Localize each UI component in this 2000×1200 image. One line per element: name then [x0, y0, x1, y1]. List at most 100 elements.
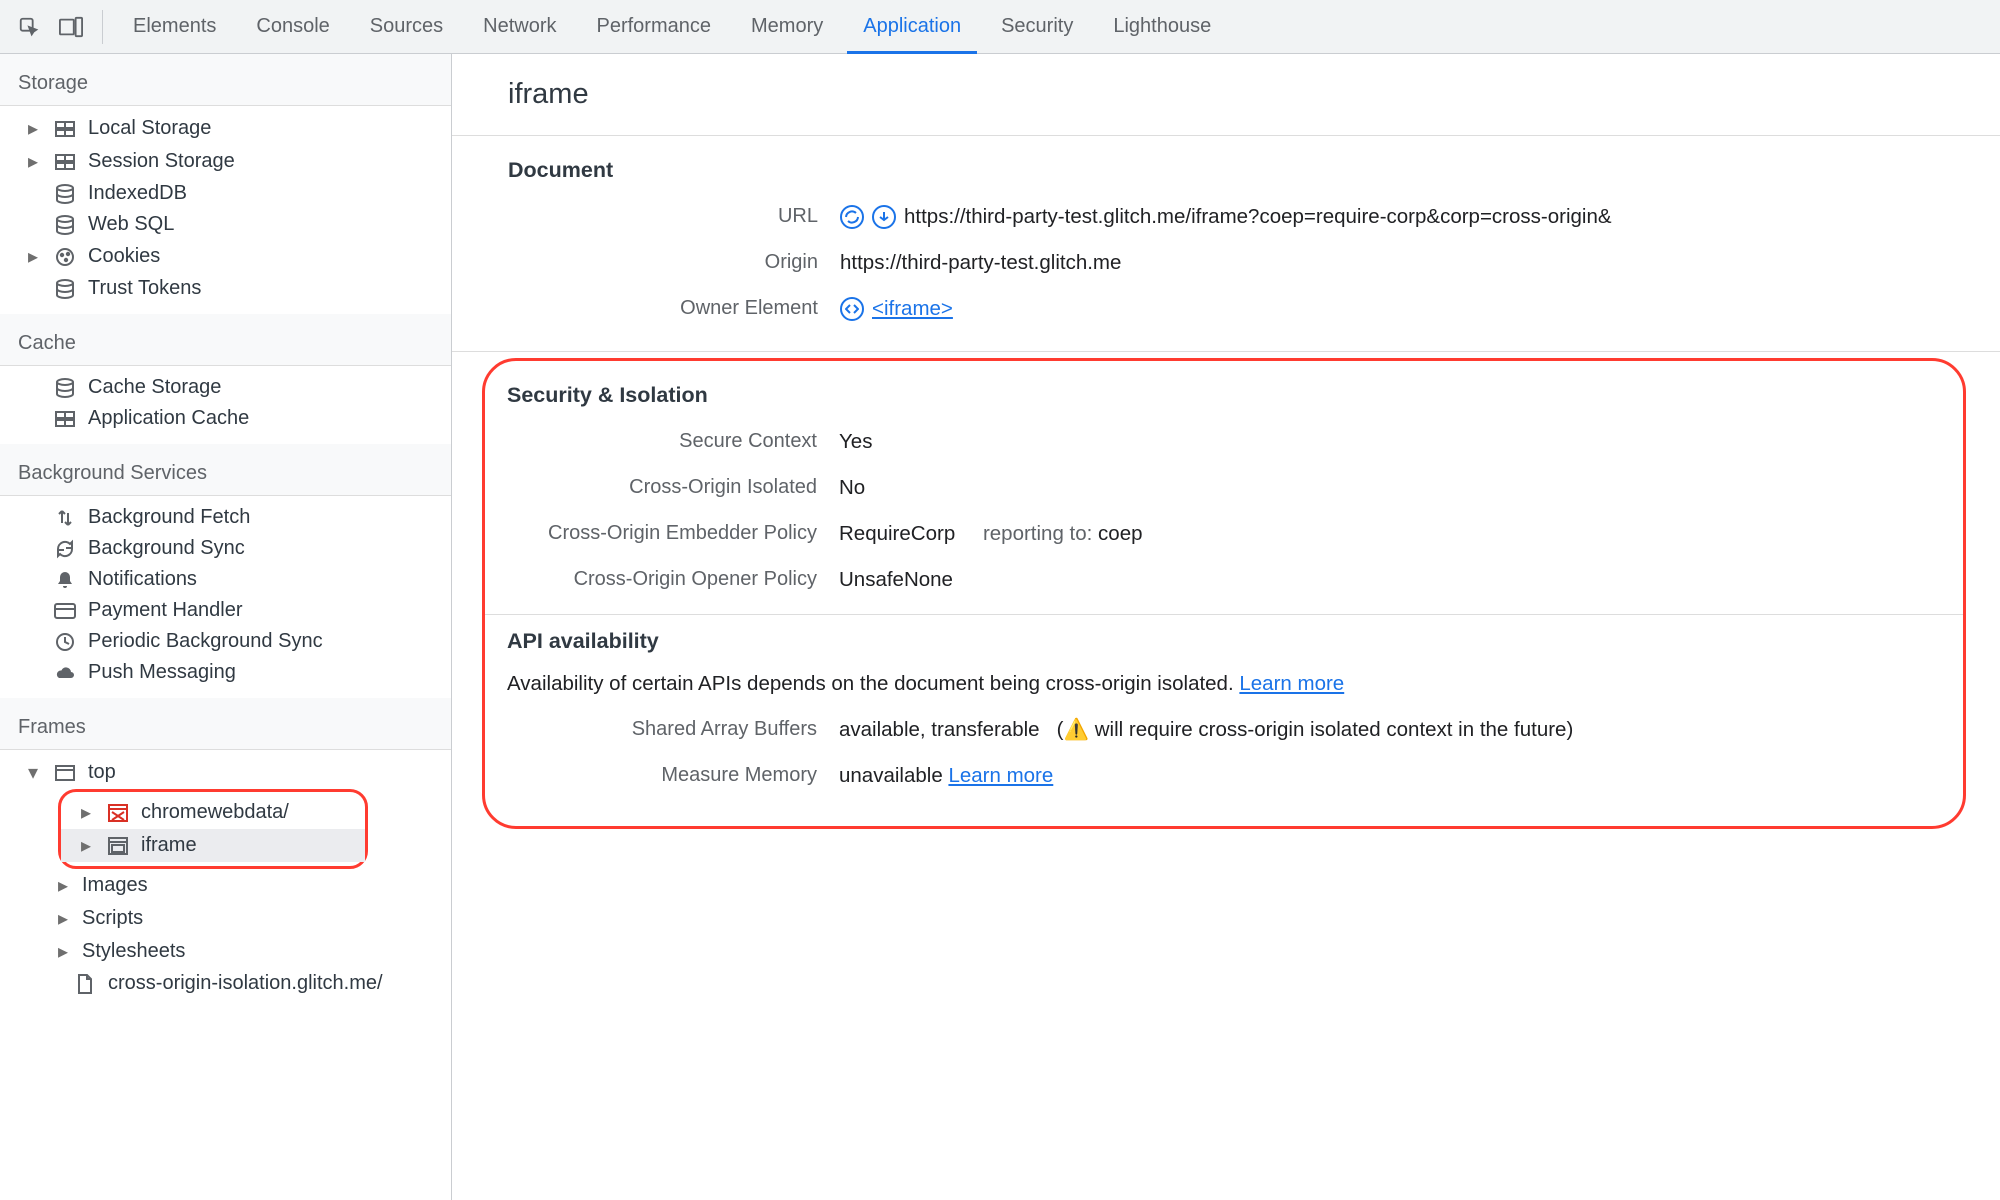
learn-more-link[interactable]: Learn more — [1239, 672, 1344, 695]
window-icon — [52, 765, 78, 781]
database-icon — [52, 279, 78, 299]
divider — [452, 351, 2000, 352]
section-heading: Security & Isolation — [507, 383, 1941, 408]
sidebar-item-label: top — [88, 761, 116, 784]
value-secure-context: Yes — [839, 430, 872, 454]
tab-memory[interactable]: Memory — [735, 0, 839, 54]
label-coep: Cross-Origin Embedder Policy — [507, 522, 839, 545]
detail-title: iframe — [452, 54, 2000, 135]
sidebar-item-label: Payment Handler — [88, 599, 243, 622]
sidebar-item-label: Periodic Background Sync — [88, 630, 323, 653]
sidebar-item-periodic-sync[interactable]: Periodic Background Sync — [8, 626, 443, 657]
database-icon — [52, 215, 78, 235]
sidebar-item-cookies[interactable]: ▸Cookies — [8, 240, 443, 273]
refresh-pill-icon[interactable] — [840, 205, 864, 229]
sidebar-item-label: chromewebdata/ — [141, 801, 289, 824]
sab-future-note: will require cross-origin isolated conte… — [1089, 718, 1573, 741]
sidebar-item-label: iframe — [141, 834, 197, 857]
sidebar-item-application-cache[interactable]: Application Cache — [8, 403, 443, 434]
code-pill-icon[interactable] — [840, 297, 864, 321]
section-head-bg-services: Background Services — [0, 444, 451, 496]
tab-network[interactable]: Network — [467, 0, 572, 54]
label-coop: Cross-Origin Opener Policy — [507, 568, 839, 591]
paren-open: ( — [1057, 718, 1064, 741]
sidebar-item-label: Trust Tokens — [88, 277, 201, 300]
transfer-icon — [52, 508, 78, 528]
label-measure-memory: Measure Memory — [507, 764, 839, 787]
frame-document[interactable]: cross-origin-isolation.glitch.me/ — [30, 968, 443, 999]
database-icon — [52, 378, 78, 398]
tab-sources[interactable]: Sources — [354, 0, 459, 54]
label-cross-origin-isolated: Cross-Origin Isolated — [507, 476, 839, 499]
value-coep-reporting: coep — [1098, 522, 1142, 545]
frame-top[interactable]: ▾top — [8, 756, 443, 789]
learn-more-link[interactable]: Learn more — [948, 764, 1053, 787]
sidebar-item-cache-storage[interactable]: Cache Storage — [8, 372, 443, 403]
tab-application[interactable]: Application — [847, 0, 977, 54]
value-measure-memory: unavailable — [839, 764, 943, 787]
frame-detail-pane: iframe Document URL https://third-party-… — [452, 54, 2000, 1200]
sidebar-item-bg-fetch[interactable]: Background Fetch — [8, 502, 443, 533]
sidebar-item-label: Push Messaging — [88, 661, 236, 684]
clock-icon — [52, 632, 78, 652]
sidebar-item-label: Stylesheets — [82, 940, 185, 963]
divider — [485, 614, 1963, 615]
sidebar-item-label: Session Storage — [88, 150, 235, 173]
sidebar-item-indexeddb[interactable]: IndexedDB — [8, 178, 443, 209]
section-document: Document URL https://third-party-test.gl… — [452, 136, 2000, 351]
value-origin: https://third-party-test.glitch.me — [840, 251, 1121, 275]
owner-element-link[interactable]: <iframe> — [872, 297, 953, 321]
sidebar-item-notifications[interactable]: Notifications — [8, 564, 443, 595]
label-origin: Origin — [508, 251, 840, 274]
main-area: Storage ▸Local Storage ▸Session Storage … — [0, 54, 2000, 1200]
sidebar-item-payment-handler[interactable]: Payment Handler — [8, 595, 443, 626]
sidebar-item-label: Background Fetch — [88, 506, 250, 529]
tab-security[interactable]: Security — [985, 0, 1089, 54]
label-owner-element: Owner Element — [508, 297, 840, 320]
sidebar-item-label: IndexedDB — [88, 182, 187, 205]
frame-chromewebdata[interactable]: ▸chromewebdata/ — [61, 796, 365, 829]
value-url: https://third-party-test.glitch.me/ifram… — [904, 205, 1612, 229]
inspect-element-icon[interactable] — [12, 10, 46, 44]
sidebar-item-websql[interactable]: Web SQL — [8, 209, 443, 240]
warning-icon: ⚠️ — [1064, 718, 1090, 742]
sidebar-item-label: Local Storage — [88, 117, 211, 140]
sidebar-item-label: Notifications — [88, 568, 197, 591]
security-highlight: Security & Isolation Secure ContextYes C… — [482, 358, 1966, 829]
sidebar-item-push-messaging[interactable]: Push Messaging — [8, 657, 443, 688]
sidebar-item-label: Cookies — [88, 245, 160, 268]
document-icon — [72, 974, 98, 994]
highlighted-frame-children: ▸chromewebdata/ ▸iframe — [58, 789, 368, 869]
application-sidebar: Storage ▸Local Storage ▸Session Storage … — [0, 54, 452, 1200]
tab-lighthouse[interactable]: Lighthouse — [1097, 0, 1227, 54]
section-heading: API availability — [507, 629, 1941, 654]
sidebar-item-bg-sync[interactable]: Background Sync — [8, 533, 443, 564]
device-toolbar-icon[interactable] — [54, 10, 88, 44]
sidebar-item-label: Application Cache — [88, 407, 249, 430]
section-head-cache: Cache — [0, 314, 451, 366]
section-head-frames: Frames — [0, 698, 451, 750]
frame-iframe[interactable]: ▸iframe — [61, 829, 365, 862]
sidebar-item-session-storage[interactable]: ▸Session Storage — [8, 145, 443, 178]
storage-grid-icon — [52, 411, 78, 427]
sidebar-item-label: cross-origin-isolation.glitch.me/ — [108, 972, 383, 995]
download-pill-icon[interactable] — [872, 205, 896, 229]
iframe-icon — [105, 837, 131, 855]
label-shared-array-buffers: Shared Array Buffers — [507, 718, 839, 741]
frame-stylesheets[interactable]: ▸Stylesheets — [30, 935, 443, 968]
storage-grid-icon — [52, 121, 78, 137]
sidebar-item-label: Background Sync — [88, 537, 245, 560]
value-shared-array-buffers: available, transferable — [839, 718, 1040, 741]
frame-images[interactable]: ▸Images — [30, 869, 443, 902]
tab-elements[interactable]: Elements — [117, 0, 232, 54]
tab-performance[interactable]: Performance — [581, 0, 728, 54]
blocked-frame-icon — [105, 804, 131, 822]
sidebar-item-trust-tokens[interactable]: Trust Tokens — [8, 273, 443, 304]
frame-scripts[interactable]: ▸Scripts — [30, 902, 443, 935]
separator — [102, 10, 103, 44]
tab-console[interactable]: Console — [240, 0, 345, 54]
sidebar-item-label: Images — [82, 874, 148, 897]
sidebar-item-label: Web SQL — [88, 213, 174, 236]
sidebar-item-local-storage[interactable]: ▸Local Storage — [8, 112, 443, 145]
sync-icon — [52, 539, 78, 559]
